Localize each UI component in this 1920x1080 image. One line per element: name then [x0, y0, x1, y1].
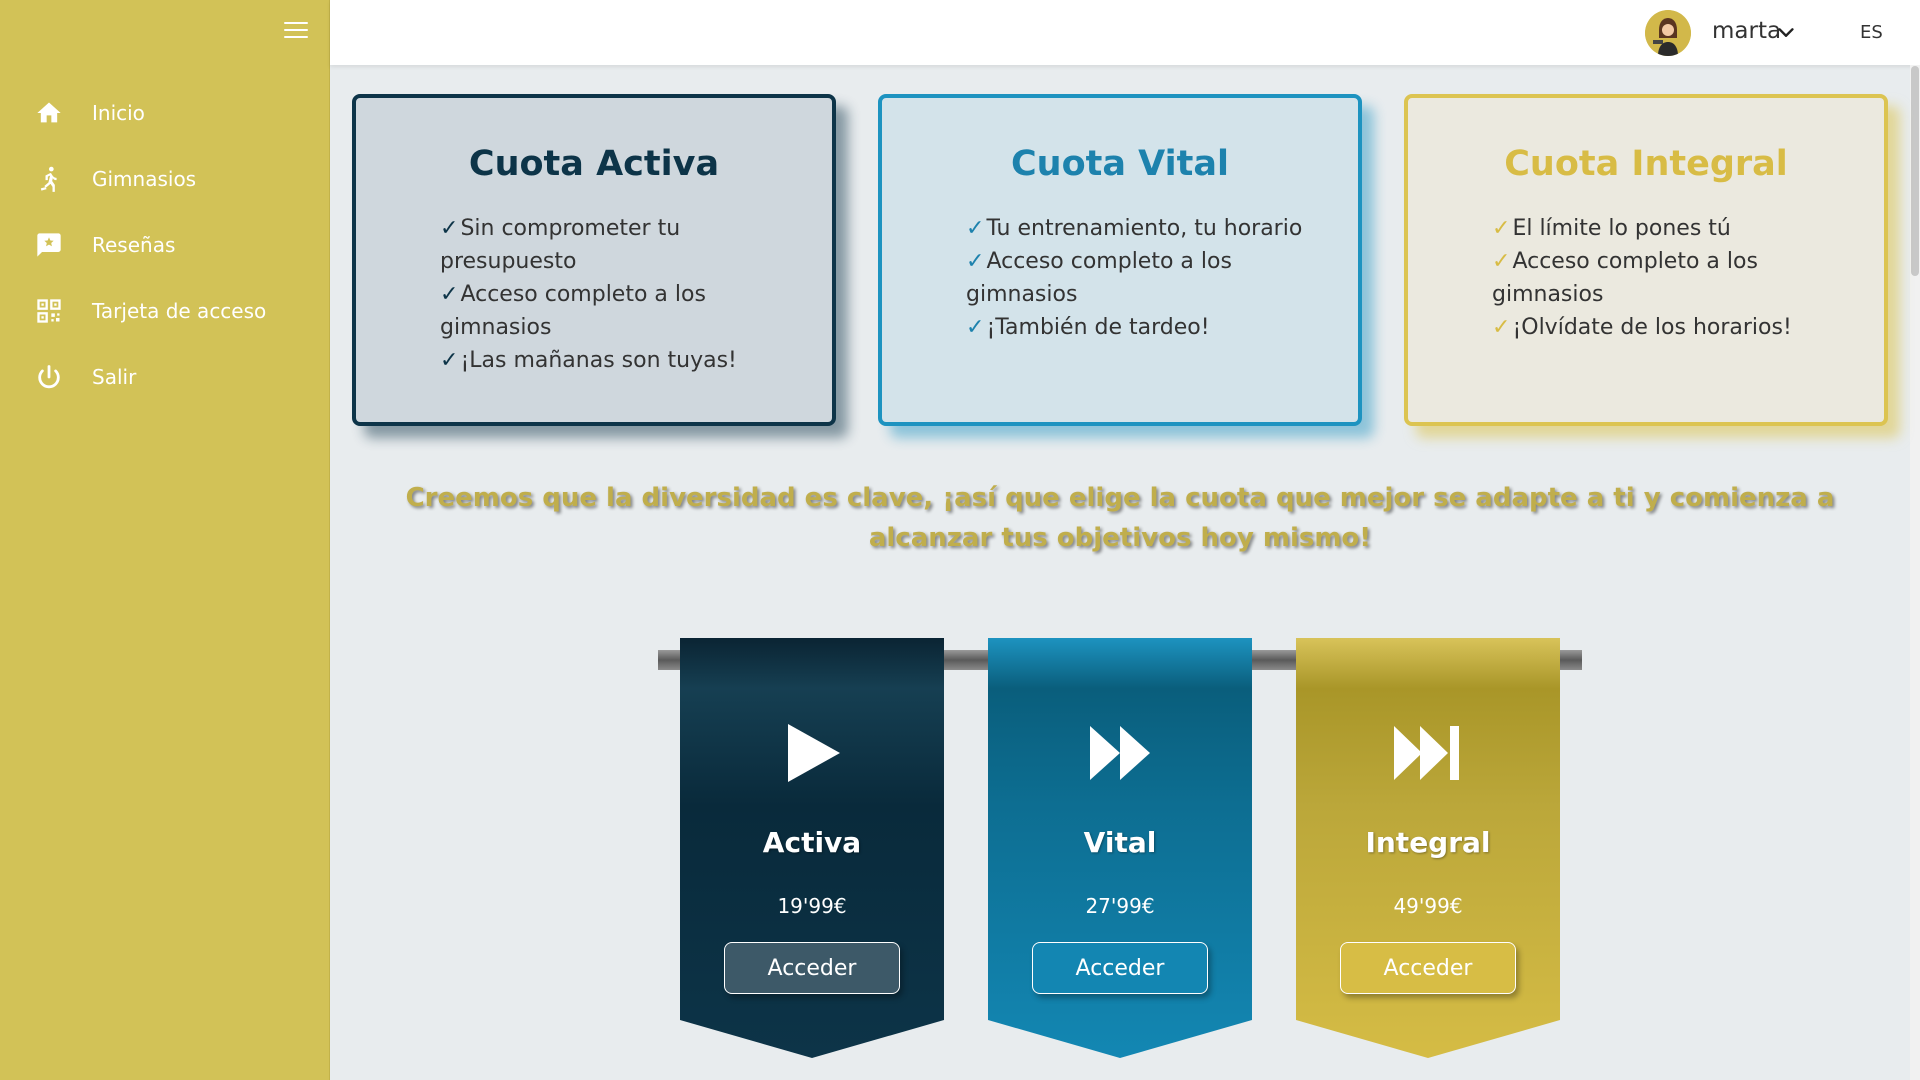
plan-banner-title: Activa: [762, 826, 862, 859]
scrollbar-thumb[interactable]: [1911, 66, 1919, 276]
sidebar-item-label: Reseñas: [92, 233, 176, 257]
check-icon: ✓: [440, 282, 459, 307]
feature-item: ✓¡Las mañanas son tuyas!: [440, 348, 737, 373]
check-icon: ✓: [440, 348, 459, 373]
language-selector[interactable]: ES: [1860, 22, 1883, 43]
feature-item: ✓¡Olvídate de los horarios!: [1492, 315, 1792, 340]
sidebar-item-label: Inicio: [92, 101, 145, 125]
power-icon: [34, 362, 64, 392]
runner-icon: [34, 164, 64, 194]
check-icon: ✓: [1492, 249, 1511, 274]
avatar[interactable]: [1645, 10, 1691, 56]
slogan-text: Creemos que la diversidad es clave, ¡así…: [405, 483, 1835, 553]
acceder-button-vital[interactable]: Acceder: [1032, 942, 1208, 994]
plan-banner-integral: Integral 49'99€ Acceder: [1296, 638, 1560, 1058]
acceder-button-activa[interactable]: Acceder: [724, 942, 900, 994]
sidebar-item-tarjeta[interactable]: Tarjeta de acceso: [0, 278, 329, 344]
sidebar-item-salir[interactable]: Salir: [0, 344, 329, 410]
check-icon: ✓: [966, 216, 985, 241]
menu-toggle-icon[interactable]: [284, 22, 308, 40]
check-icon: ✓: [966, 315, 985, 340]
plan-card-title: Cuota Vital: [1011, 144, 1229, 184]
topbar: marta ES: [330, 0, 1920, 65]
feature-item: ✓Tu entrenamiento, tu horario: [966, 216, 1303, 241]
plan-price: 27'99€: [1085, 894, 1155, 918]
plan-price: 19'99€: [777, 894, 847, 918]
plan-card-title: Cuota Integral: [1504, 144, 1788, 184]
check-icon: ✓: [1492, 315, 1511, 340]
sidebar-item-inicio[interactable]: Inicio: [0, 80, 329, 146]
plan-card-activa: Cuota Activa ✓Sin comprometer tu presupu…: [352, 94, 836, 426]
home-icon: [34, 98, 64, 128]
sidebar-item-label: Salir: [92, 365, 137, 389]
plan-banner-title: Integral: [1365, 826, 1491, 859]
feature-item: ✓¡También de tardeo!: [966, 315, 1210, 340]
feature-item: ✓El límite lo pones tú: [1492, 216, 1731, 241]
plan-card-vital: Cuota Vital ✓Tu entrenamiento, tu horari…: [878, 94, 1362, 426]
sidebar-item-resenas[interactable]: Reseñas: [0, 212, 329, 278]
feature-item: ✓Sin comprometer tu presupuesto: [440, 216, 681, 274]
sidebar-item-label: Gimnasios: [92, 167, 197, 191]
fast-forward-icon: [988, 720, 1252, 786]
review-icon: [34, 230, 64, 260]
chevron-down-icon[interactable]: [1775, 22, 1797, 44]
plan-features: ✓Sin comprometer tu presupuesto ✓Acceso …: [440, 212, 800, 377]
feature-item: ✓Acceso completo a los gimnasios: [440, 282, 706, 340]
qr-code-icon: [34, 296, 64, 326]
check-icon: ✓: [966, 249, 985, 274]
acceder-button-integral[interactable]: Acceder: [1340, 942, 1516, 994]
play-icon: [680, 720, 944, 786]
plan-banner-title: Vital: [1083, 826, 1157, 859]
plan-features: ✓Tu entrenamiento, tu horario ✓Acceso co…: [966, 212, 1326, 344]
skip-forward-icon: [1296, 720, 1560, 786]
feature-item: ✓Acceso completo a los gimnasios: [966, 249, 1232, 307]
plan-card-title: Cuota Activa: [468, 144, 720, 184]
plan-card-integral: Cuota Integral ✓El límite lo pones tú ✓A…: [1404, 94, 1888, 426]
username[interactable]: marta: [1712, 18, 1781, 44]
sidebar-item-label: Tarjeta de acceso: [92, 299, 267, 323]
check-icon: ✓: [440, 216, 459, 241]
plan-features: ✓El límite lo pones tú ✓Acceso completo …: [1492, 212, 1852, 344]
sidebar: Inicio Gimnasios Reseñas Tarjeta de acce…: [0, 0, 330, 1080]
sidebar-nav: Inicio Gimnasios Reseñas Tarjeta de acce…: [0, 80, 329, 410]
check-icon: ✓: [1492, 216, 1511, 241]
plan-banner-activa: Activa 19'99€ Acceder: [680, 638, 944, 1058]
plan-price: 49'99€: [1393, 894, 1463, 918]
feature-item: ✓Acceso completo a los gimnasios: [1492, 249, 1758, 307]
plan-banner-vital: Vital 27'99€ Acceder: [988, 638, 1252, 1058]
sidebar-item-gimnasios[interactable]: Gimnasios: [0, 146, 329, 212]
